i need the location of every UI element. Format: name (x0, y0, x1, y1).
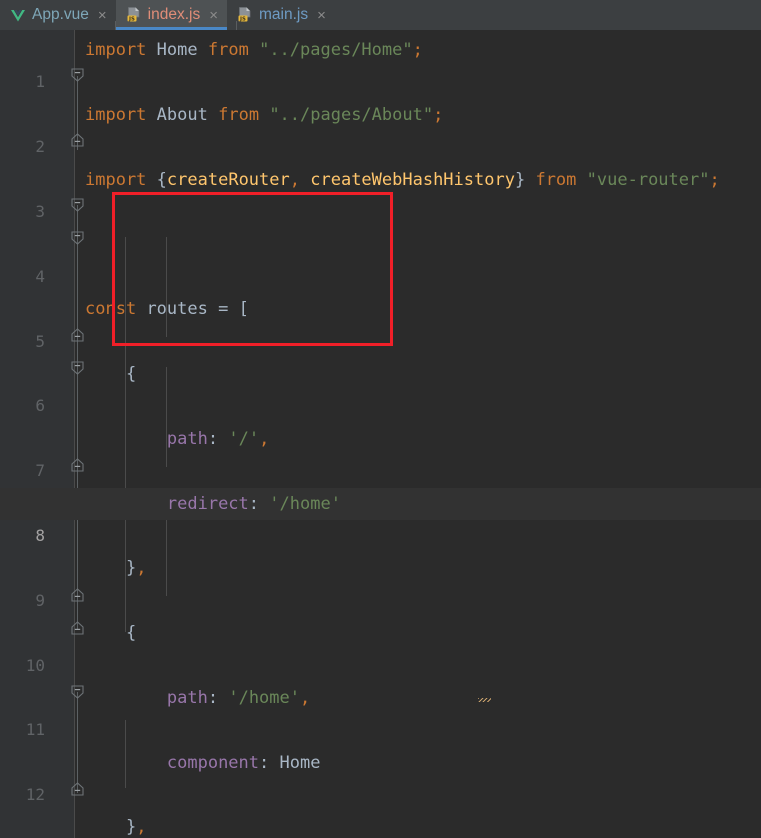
code-line[interactable]: 9 }, (0, 552, 761, 609)
fold-marker-end[interactable] (70, 782, 85, 797)
code-line[interactable]: 12 component: Home (0, 747, 761, 804)
code-line[interactable]: 2 import About from "../pages/About"; (0, 99, 761, 156)
tab-main-js[interactable]: JS main.js × (227, 0, 335, 30)
code-line[interactable]: 4 (0, 228, 761, 286)
error-squiggle (478, 698, 491, 702)
line-number: 11 (25, 720, 45, 740)
js-file-icon: JS (237, 7, 253, 23)
fold-marker-end[interactable] (70, 458, 85, 473)
line-number: 7 (35, 461, 45, 481)
fold-marker-end[interactable] (70, 328, 85, 343)
svg-text:JS: JS (239, 16, 246, 22)
code-line-current[interactable]: 8 redirect: '/home' (0, 487, 761, 545)
code-text[interactable]: import {createRouter, createWebHashHisto… (85, 164, 720, 196)
vue-file-icon (10, 7, 26, 23)
tab-separator (115, 21, 116, 30)
fold-marker-expanded[interactable] (70, 68, 85, 83)
line-number: 9 (35, 590, 45, 610)
code-text[interactable]: component: Home (85, 747, 321, 779)
js-file-icon: JS (126, 7, 142, 23)
code-editor-area[interactable]: 1 import Home from "../pages/Home"; 2 im… (0, 30, 761, 838)
svg-text:JS: JS (128, 16, 135, 22)
tab-label: main.js (258, 6, 309, 23)
code-text[interactable]: import Home from "../pages/Home"; (85, 34, 423, 66)
tab-label: index.js (147, 6, 201, 23)
code-line[interactable]: 11 path: '/home', (0, 682, 761, 739)
code-line[interactable]: 7 path: '/', (0, 423, 761, 480)
close-icon[interactable]: × (98, 8, 107, 23)
close-icon[interactable]: × (317, 8, 326, 23)
line-number: 4 (35, 266, 45, 286)
code-text[interactable]: }, (85, 552, 147, 584)
line-number: 3 (35, 201, 45, 221)
tab-index-js[interactable]: JS index.js × (115, 0, 228, 30)
code-line[interactable]: 5 const routes = [ (0, 293, 761, 350)
fold-marker-end[interactable] (70, 588, 85, 603)
code-line[interactable]: 13 }, (0, 811, 761, 838)
code-line[interactable]: 10 { (0, 617, 761, 674)
code-text[interactable]: import About from "../pages/About"; (85, 99, 443, 131)
code-text[interactable]: { (85, 358, 136, 390)
code-text[interactable]: const routes = [ (85, 293, 249, 325)
code-text[interactable]: redirect: '/home' (85, 488, 341, 520)
line-number: 5 (35, 331, 45, 351)
fold-marker-expanded[interactable] (70, 198, 85, 213)
line-number: 12 (25, 785, 45, 805)
code-text[interactable]: path: '/home', (85, 682, 310, 714)
fold-marker-end[interactable] (70, 133, 85, 148)
close-icon[interactable]: × (209, 8, 218, 23)
tab-label: App.vue (32, 6, 89, 23)
code-text[interactable]: { (85, 617, 136, 649)
code-line[interactable]: 3 import {createRouter, createWebHashHis… (0, 164, 761, 221)
line-number: 1 (35, 72, 45, 92)
code-line[interactable]: 6 { (0, 358, 761, 415)
tab-app-vue[interactable]: App.vue × (0, 0, 116, 30)
line-number: 10 (25, 655, 45, 675)
line-number: 2 (35, 137, 45, 157)
code-line[interactable]: 1 import Home from "../pages/Home"; (0, 34, 761, 91)
code-text[interactable]: }, (85, 811, 147, 838)
line-number: 8 (35, 525, 45, 545)
tab-separator (236, 21, 237, 30)
code-text[interactable]: path: '/', (85, 423, 269, 455)
editor-tab-bar: App.vue × JS index.js × JS main.js × (0, 0, 761, 30)
line-number: 6 (35, 396, 45, 416)
